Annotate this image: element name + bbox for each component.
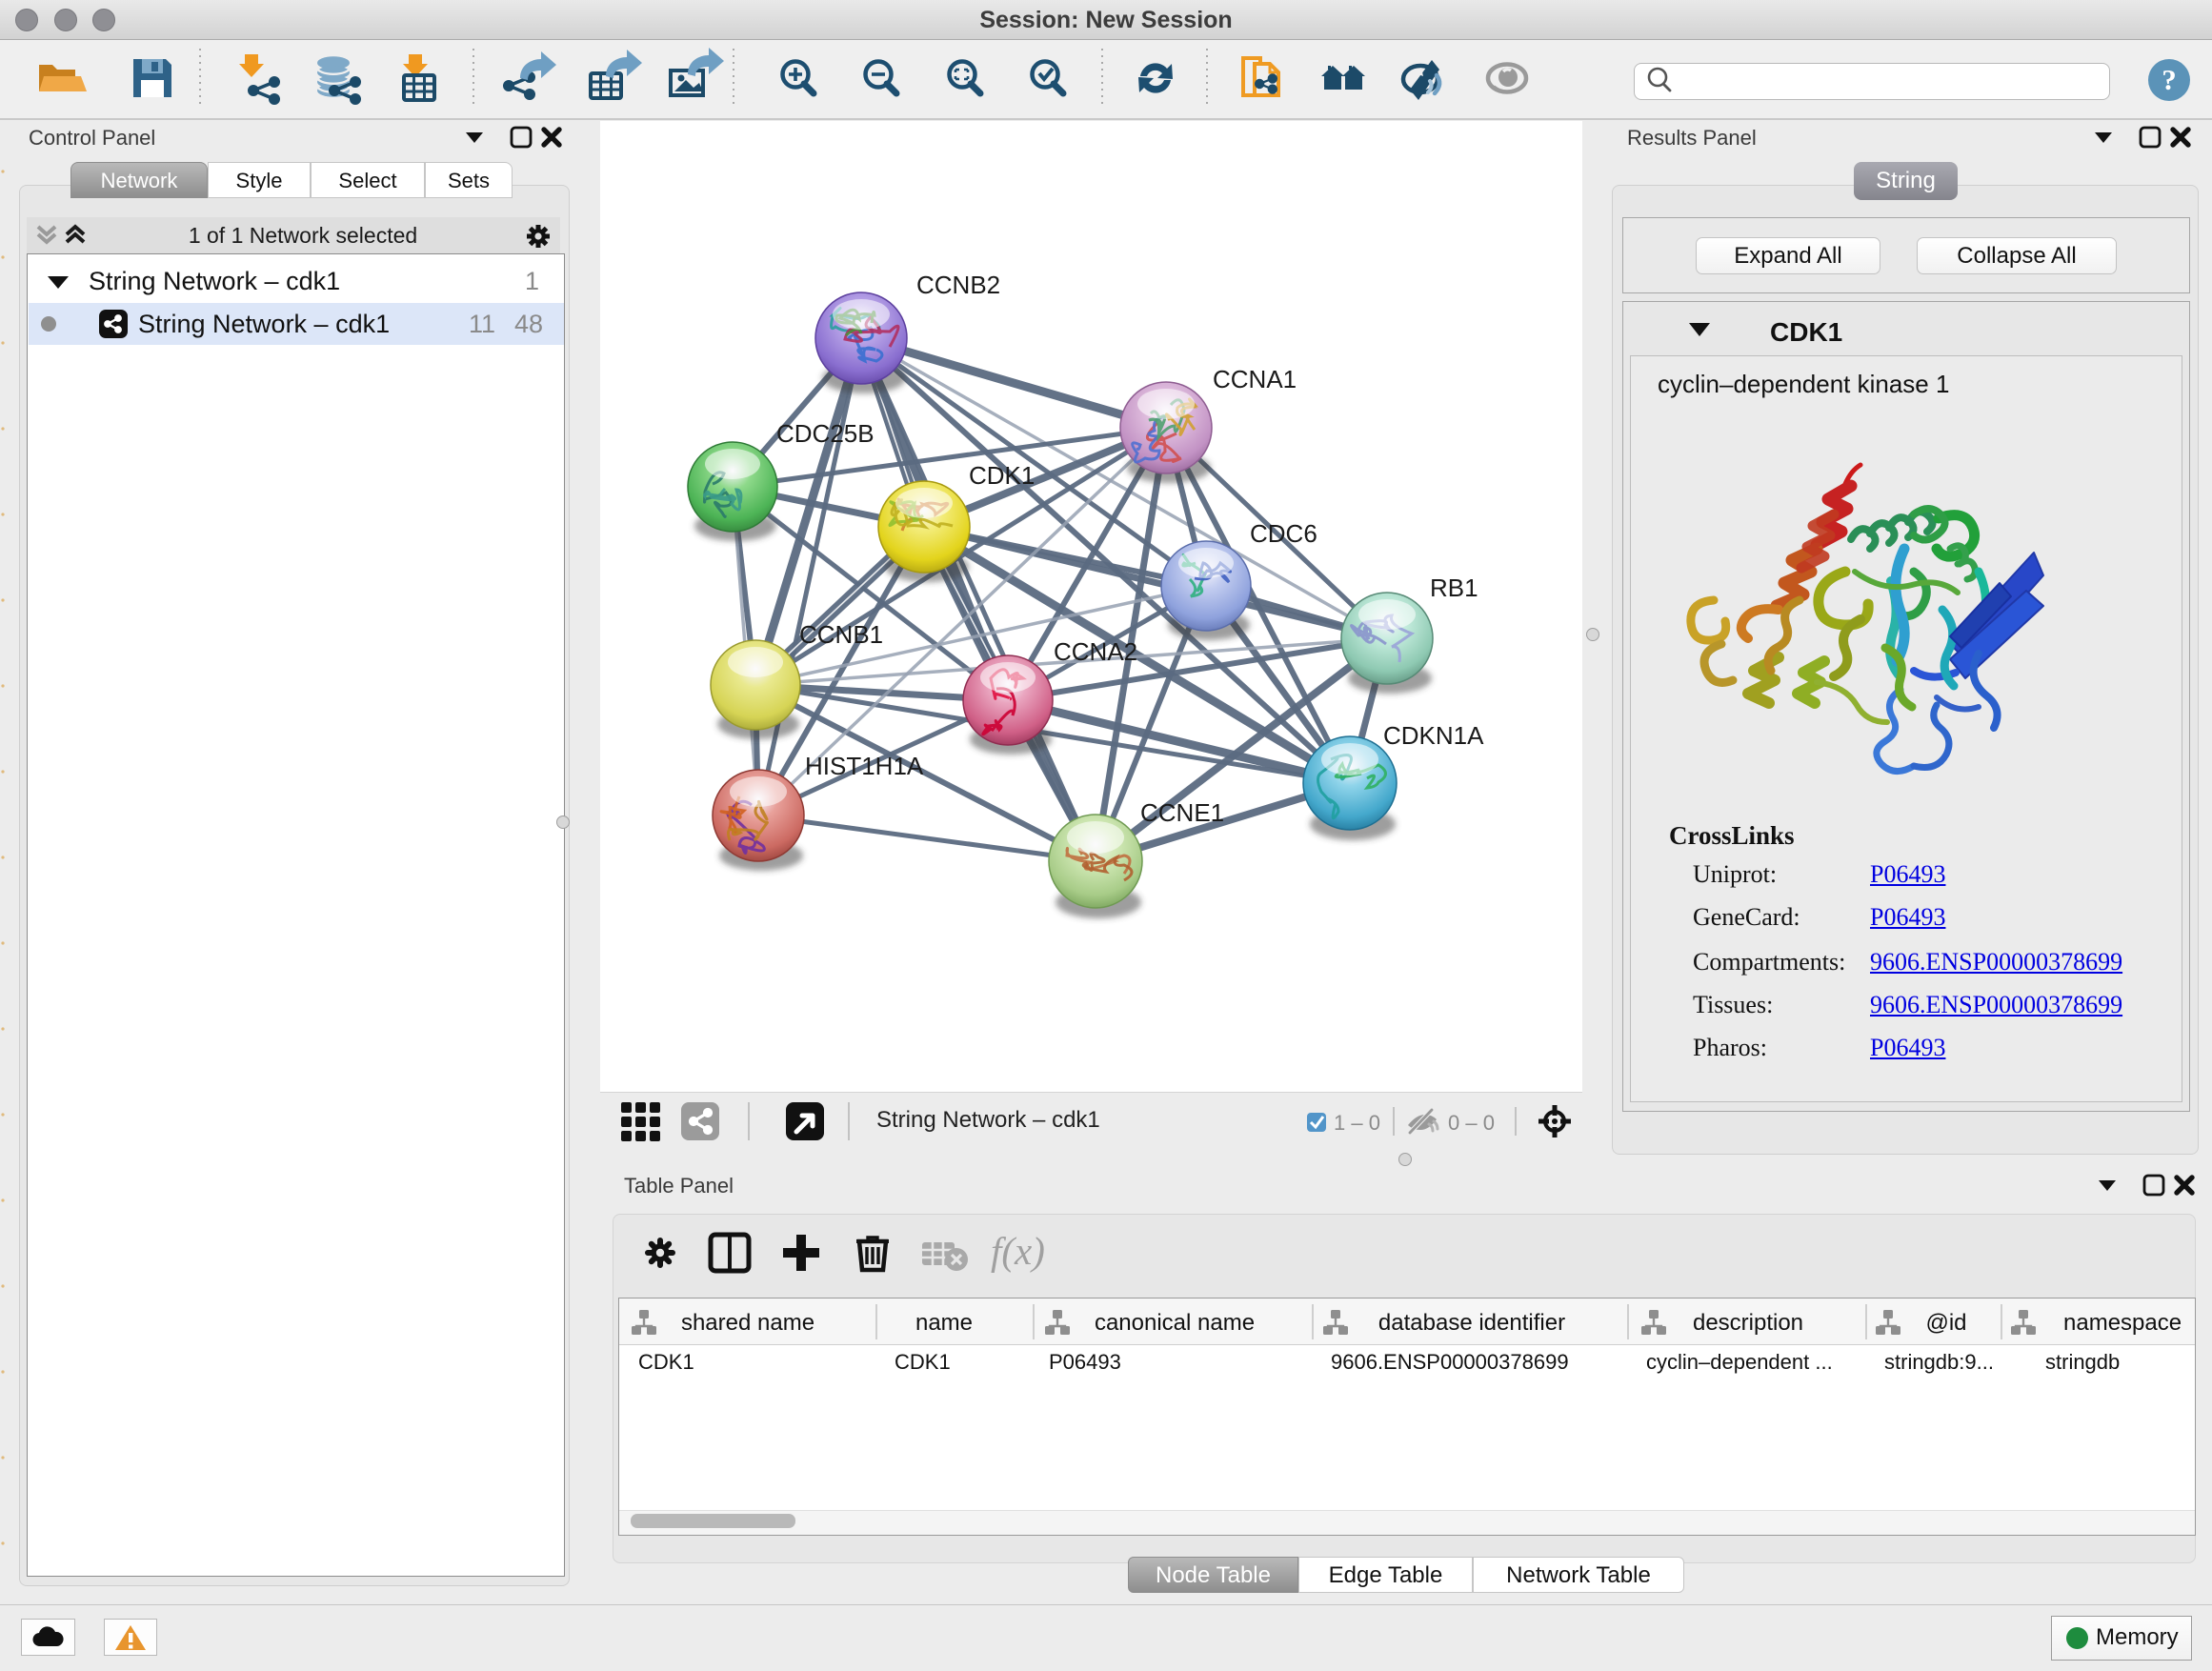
svg-text:name: name: [915, 1310, 973, 1336]
svg-text:CCNA2: CCNA2: [1054, 637, 1137, 666]
svg-text:namespace: namespace: [2063, 1310, 2182, 1336]
svg-text:CCNA1: CCNA1: [1213, 365, 1297, 393]
svg-text:@id: @id: [1925, 1310, 1966, 1336]
svg-text:CDKN1A: CDKN1A: [1383, 721, 1484, 750]
svg-text:0 – 0: 0 – 0: [1448, 1111, 1495, 1135]
svg-text:CDK1: CDK1: [969, 461, 1035, 490]
svg-text:CCNB1: CCNB1: [799, 620, 883, 649]
svg-text:RB1: RB1: [1430, 574, 1478, 602]
svg-text:1 – 0: 1 – 0: [1334, 1111, 1380, 1135]
svg-text:CDC25B: CDC25B: [776, 419, 875, 448]
svg-text:CDC6: CDC6: [1250, 519, 1317, 548]
svg-text:database identifier: database identifier: [1378, 1310, 1565, 1336]
svg-text:shared name: shared name: [681, 1310, 814, 1336]
svg-text:HIST1H1A: HIST1H1A: [805, 752, 924, 780]
svg-text:CCNB2: CCNB2: [916, 271, 1000, 299]
svg-text:canonical name: canonical name: [1095, 1310, 1255, 1336]
svg-text:CCNE1: CCNE1: [1140, 798, 1224, 827]
svg-text:description: description: [1693, 1310, 1803, 1336]
svg-text:f(x): f(x): [991, 1229, 1045, 1273]
